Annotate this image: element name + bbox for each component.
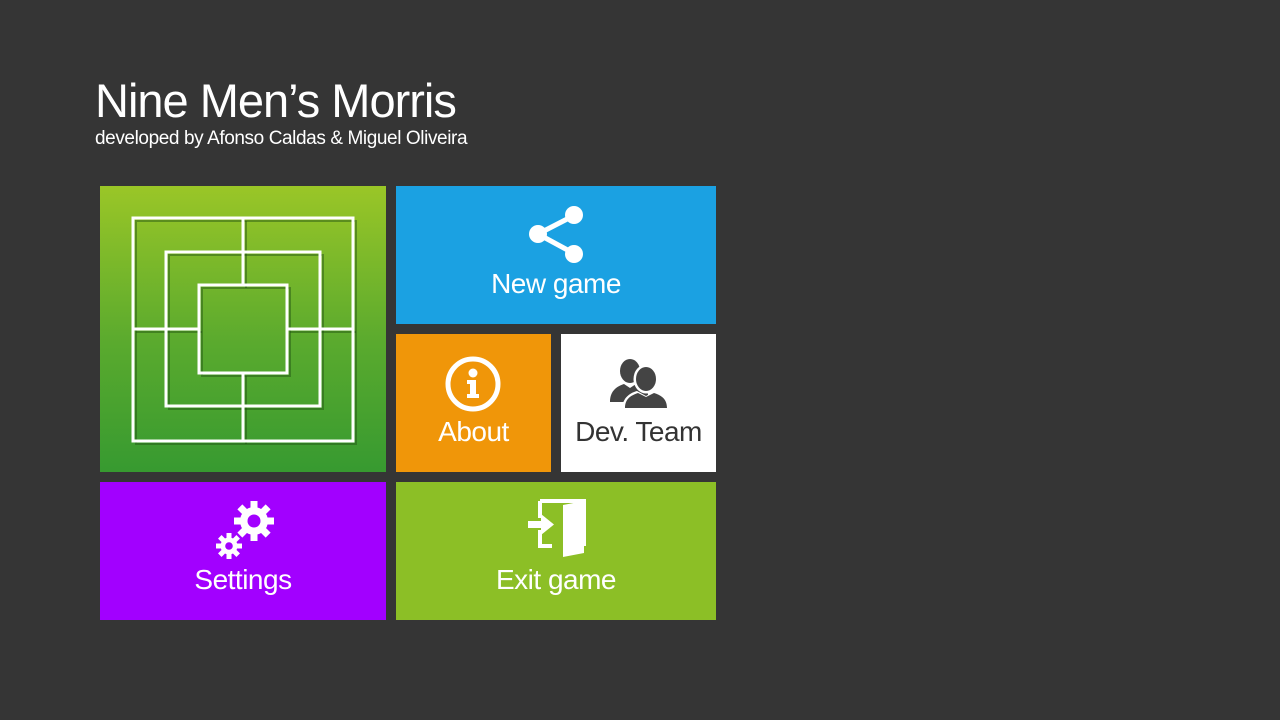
new-game-label: New game [491,268,621,299]
exit-door-icon [528,499,586,557]
settings-label: Settings [194,564,292,595]
app-subtitle: developed by Afonso Caldas & Miguel Oliv… [95,128,468,149]
about-label: About [438,416,509,447]
app-title: Nine Men’s Morris [95,74,457,127]
new-game-tile[interactable]: New game [396,186,716,324]
board-tile[interactable] [100,186,386,472]
gears-icon [216,501,274,559]
dev-team-label: Dev. Team [575,416,702,447]
info-icon [445,356,501,412]
settings-tile[interactable]: Settings [100,482,386,620]
app-header: Nine Men’s Morris developed by Afonso Ca… [95,74,468,150]
share-icon [529,206,583,263]
dev-team-tile[interactable]: Dev. Team [561,334,716,472]
about-tile[interactable]: About [396,334,551,472]
exit-game-tile[interactable]: Exit game [396,482,716,620]
exit-game-label: Exit game [496,564,617,595]
users-icon [610,359,670,410]
morris-board-icon [131,216,357,445]
